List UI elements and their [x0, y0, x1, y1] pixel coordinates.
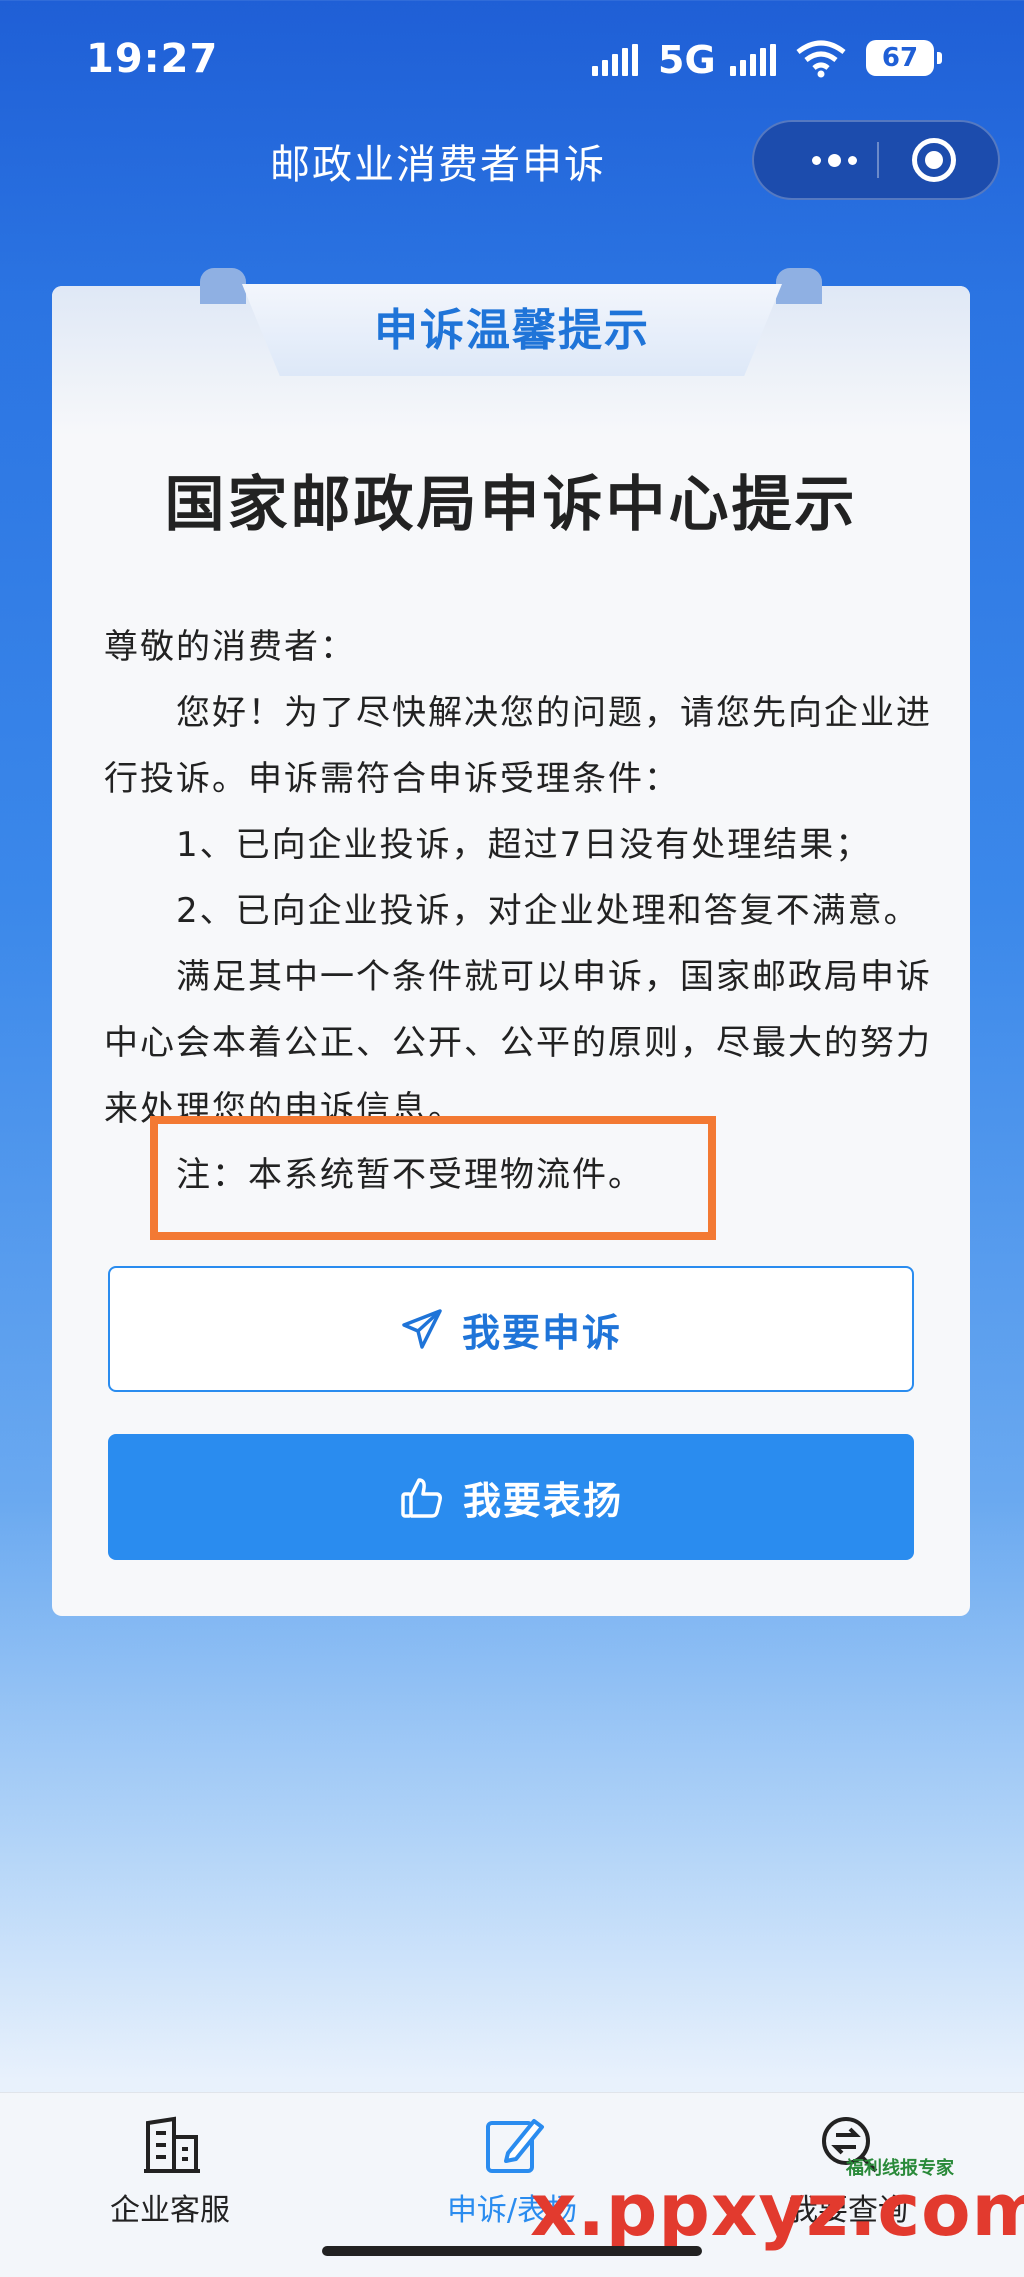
home-indicator[interactable] [322, 2246, 702, 2256]
greeting: 尊敬的消费者： [104, 627, 356, 667]
highlight-box [150, 1116, 716, 1240]
page-title-text: 邮政业消费者申诉 [270, 142, 606, 188]
intro-paragraph: 您好！为了尽快解决您的问题，请您先向企业进行投诉。申诉需符合申诉受理条件： [104, 693, 932, 799]
capsule-divider [877, 142, 879, 178]
explanation-paragraph: 满足其中一个条件就可以申诉，国家邮政局申诉中心会本着公正、公开、公平的原则，尽最… [104, 957, 932, 1129]
more-icon[interactable] [784, 122, 884, 198]
signal-2-icon [730, 44, 776, 76]
thumbs-up-icon [401, 1478, 442, 1518]
complain-button-label: 我要申诉 [461, 1310, 622, 1355]
condition-2: 2、已向企业投诉，对企业处理和答复不满意。 [104, 891, 920, 931]
building-icon [144, 2116, 200, 2173]
notice-title: 国家邮政局申诉中心提示 [164, 470, 858, 540]
close-target-icon[interactable] [912, 138, 956, 182]
network-type: 5G [658, 38, 716, 82]
praise-button-label: 我要表扬 [462, 1478, 623, 1523]
ribbon-title: 申诉温馨提示 [374, 305, 650, 356]
ribbon-right-ear [776, 268, 822, 304]
notice-card: 申诉温馨提示 国家邮政局申诉中心提示 尊敬的消费者： 您好！为了尽快解决您的问题… [52, 268, 970, 1616]
ribbon-left-ear [200, 268, 246, 304]
condition-1: 1、已向企业投诉，超过7日没有处理结果； [104, 825, 872, 865]
battery-icon [937, 52, 942, 64]
signal-icon [592, 44, 638, 76]
complain-button[interactable]: 我要申诉 [108, 1266, 914, 1392]
status-bar: 19:27 5G 67 [0, 0, 1024, 120]
paper-plane-icon [402, 1309, 442, 1349]
tab-label: 企业客服 [110, 2193, 230, 2228]
battery-level: 67 [866, 40, 934, 76]
miniprogram-capsule [752, 120, 1000, 200]
watermark-badge: 福利线报专家 [846, 2158, 954, 2179]
wifi-icon [796, 40, 846, 78]
status-time: 19:27 [86, 36, 219, 82]
praise-button[interactable]: 我要表扬 [108, 1434, 914, 1560]
watermark-text: x.ppxyz.com [530, 2168, 1024, 2252]
